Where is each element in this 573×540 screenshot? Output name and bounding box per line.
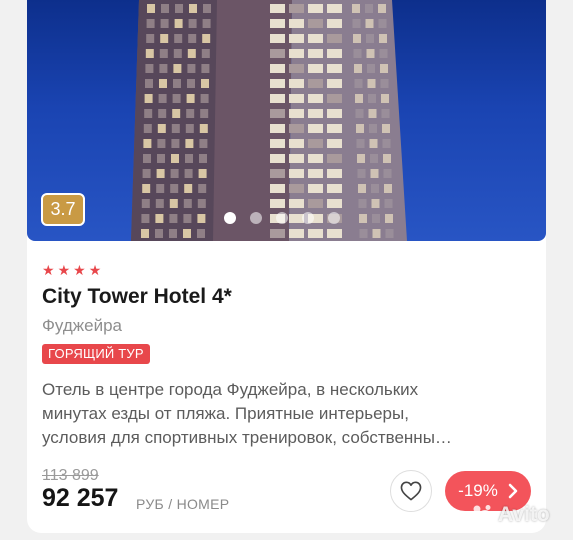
description-line: Отель в центре города Фуджейра, в нескол… bbox=[42, 380, 419, 399]
old-price: 113 899 bbox=[42, 467, 99, 484]
heart-icon bbox=[400, 481, 422, 501]
hotel-description: Отель в центре города Фуджейра, в нескол… bbox=[42, 378, 532, 450]
star-rating: ★ ★ ★ ★ bbox=[42, 263, 101, 277]
gallery-dot[interactable] bbox=[276, 212, 288, 224]
hotel-card[interactable]: 3.7 ★ ★ ★ ★ City Tower Hotel 4* Фуджейра ГО… bbox=[27, 0, 546, 533]
description-line: минутах езды от пляжа. Приятные интерьер… bbox=[42, 404, 409, 423]
description-line: условия для спортивных тренировок, собст… bbox=[42, 428, 452, 447]
hotel-photo[interactable]: 3.7 bbox=[27, 0, 546, 241]
chevron-right-icon bbox=[508, 483, 518, 499]
gallery-pagination bbox=[224, 212, 340, 224]
avito-logo-icon bbox=[469, 505, 492, 524]
avito-watermark: Avito bbox=[468, 500, 568, 530]
gallery-dot[interactable] bbox=[224, 212, 236, 224]
gallery-dot[interactable] bbox=[302, 212, 314, 224]
star-icon: ★ bbox=[88, 262, 102, 278]
current-price: 92 257 bbox=[42, 484, 119, 512]
gallery-dot[interactable] bbox=[328, 212, 340, 224]
tower-illustration bbox=[131, 0, 407, 241]
hotel-location: Фуджейра bbox=[42, 316, 123, 335]
star-icon: ★ bbox=[42, 262, 55, 278]
watermark-text: Avito bbox=[498, 503, 550, 526]
price-unit: РУБ / НОМЕР bbox=[136, 496, 230, 512]
rating-badge: 3.7 bbox=[41, 193, 85, 226]
favorite-button[interactable] bbox=[390, 470, 432, 512]
star-icon: ★ bbox=[57, 262, 71, 278]
star-icon: ★ bbox=[73, 262, 86, 278]
gallery-dot[interactable] bbox=[250, 212, 262, 224]
discount-label: -19% bbox=[458, 481, 498, 500]
hotel-name[interactable]: City Tower Hotel 4* bbox=[42, 285, 232, 309]
hot-tour-badge: ГОРЯЩИЙ ТУР bbox=[42, 344, 150, 364]
